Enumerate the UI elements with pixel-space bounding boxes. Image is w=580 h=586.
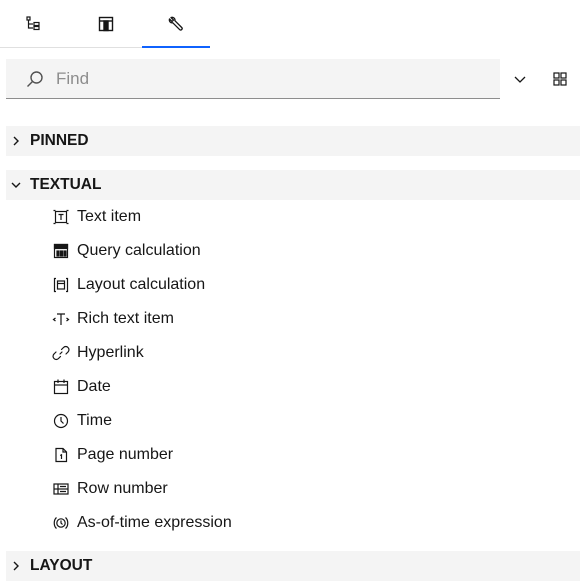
page-number-icon [55,447,68,463]
list-item-hyperlink[interactable]: Hyperlink [52,339,144,367]
clock-icon [53,413,69,429]
list-item-label: Page number [77,446,174,463]
list-item-query-calculation[interactable]: Query calculation [52,237,201,265]
list-item-label: Text item [77,208,142,225]
section-textual-label: TEXTUAL [30,176,102,193]
section-layout[interactable]: LAYOUT [6,551,580,581]
list-item-label: Query calculation [77,242,201,259]
list-item-label: Time [77,412,112,429]
query-calculation-icon [53,243,69,259]
chevron-right-icon [13,561,19,571]
chevron-down-icon [514,76,526,83]
link-icon [52,345,70,361]
search-field[interactable] [6,59,500,99]
tab-page-layers[interactable] [72,0,140,48]
list-item-label: Date [77,378,111,395]
list-item-page-number[interactable]: Page number [52,441,173,469]
section-layout-label: LAYOUT [30,557,93,574]
list-item-layout-calculation[interactable]: Layout calculation [52,271,205,299]
list-item-label: As-of-time expression [77,514,232,531]
tab-data-items[interactable] [0,0,68,48]
wrench-icon [168,16,183,31]
list-item-as-of-time-expression[interactable]: As-of-time expression [52,509,232,537]
section-pinned-label: PINNED [30,132,89,149]
list-item-row-number[interactable]: Row number [52,475,168,503]
grid-view-button[interactable] [547,66,573,92]
layout-panel-icon [98,16,114,32]
section-textual[interactable]: TEXTUAL [6,170,580,200]
layout-calculation-icon [53,277,69,293]
list-item-date[interactable]: Date [52,373,111,401]
list-item-label: Row number [77,480,168,497]
text-item-icon [53,209,69,225]
row-number-icon [53,483,69,495]
search-icon [27,70,43,87]
search-input[interactable] [54,67,478,90]
filter-dropdown-button[interactable] [507,66,533,92]
panel-tab-bar [0,0,580,50]
as-of-time-icon [53,517,69,529]
list-item-label: Layout calculation [77,276,206,293]
active-tab-indicator [142,46,210,48]
list-item-time[interactable]: Time [52,407,112,435]
rich-text-icon [52,313,70,325]
chevron-down-icon [11,182,21,188]
list-item-rich-text-item[interactable]: Rich text item [52,305,174,333]
chevron-right-icon [13,136,19,146]
calendar-icon [53,379,69,395]
data-tree-icon [26,16,40,31]
grid-view-icon [553,72,567,86]
tab-toolbox[interactable] [142,0,210,48]
list-item-text-item[interactable]: Text item [52,203,141,231]
list-item-label: Rich text item [77,310,174,327]
list-item-label: Hyperlink [77,344,144,361]
section-pinned[interactable]: PINNED [6,126,580,156]
